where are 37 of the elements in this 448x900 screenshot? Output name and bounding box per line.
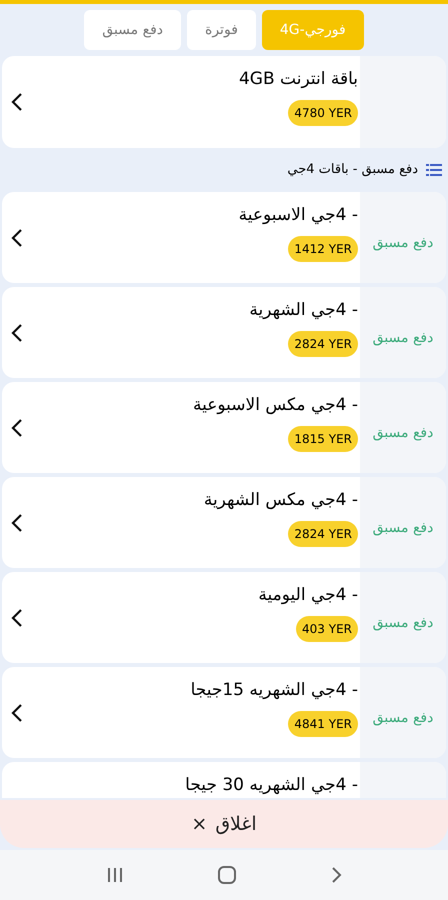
- chevron-left-icon: [11, 608, 23, 628]
- payment-type-label: دفع مسبق: [372, 329, 434, 348]
- list-icon: [426, 164, 442, 176]
- chevron-left-icon: [11, 322, 23, 342]
- package-title: باقة انترنت 4GB: [238, 68, 358, 91]
- price-tag: 4780 YER: [288, 100, 358, 126]
- section-title: دفع مسبق - باقات 4جي: [287, 161, 418, 180]
- payment-type-label: دفع مسبق: [372, 709, 434, 728]
- price-tag: 2824 YER: [288, 331, 358, 357]
- home-icon[interactable]: [216, 865, 237, 885]
- chevron-left-icon: [11, 228, 23, 248]
- price-tag: 4841 YER: [288, 711, 358, 737]
- price-tag: 403 YER: [296, 616, 358, 642]
- chevron-left-icon: [11, 418, 23, 438]
- price-tag: 1815 YER: [288, 426, 358, 452]
- payment-type-label: دفع مسبق: [372, 519, 434, 538]
- package-title: - 4جي اليومية: [258, 584, 358, 607]
- recent-apps-icon[interactable]: [106, 867, 124, 883]
- package-title: - 4جي الشهريه 15جيجا: [190, 679, 358, 702]
- payment-type-label: دفع مسبق: [372, 424, 434, 443]
- payment-type-label: دفع مسبق: [372, 614, 434, 633]
- package-title: - 4جي الشهريه 30 جيجا: [185, 774, 358, 797]
- close-button[interactable]: اغلاق ×: [0, 800, 448, 848]
- package-title: - 4جي مكس الاسبوعية: [193, 394, 358, 417]
- package-title: - 4جي مكس الشهرية: [204, 489, 358, 512]
- package-title: - 4جي الاسبوعية: [238, 204, 358, 227]
- back-icon[interactable]: [330, 866, 342, 884]
- payment-type-label: دفع مسبق: [372, 234, 434, 253]
- package-title: - 4جي الشهرية: [249, 299, 358, 322]
- tab[interactable]: فوترة: [187, 10, 256, 50]
- chevron-left-icon: [11, 92, 23, 112]
- price-tag: 1412 YER: [288, 236, 358, 262]
- chevron-left-icon: [11, 512, 23, 532]
- package-card[interactable]: - 4جي الشهريه 30 جيجا: [2, 762, 446, 798]
- tab[interactable]: دفع مسبق: [84, 10, 181, 50]
- price-tag: 2824 YER: [288, 521, 358, 547]
- chevron-left-icon: [11, 702, 23, 722]
